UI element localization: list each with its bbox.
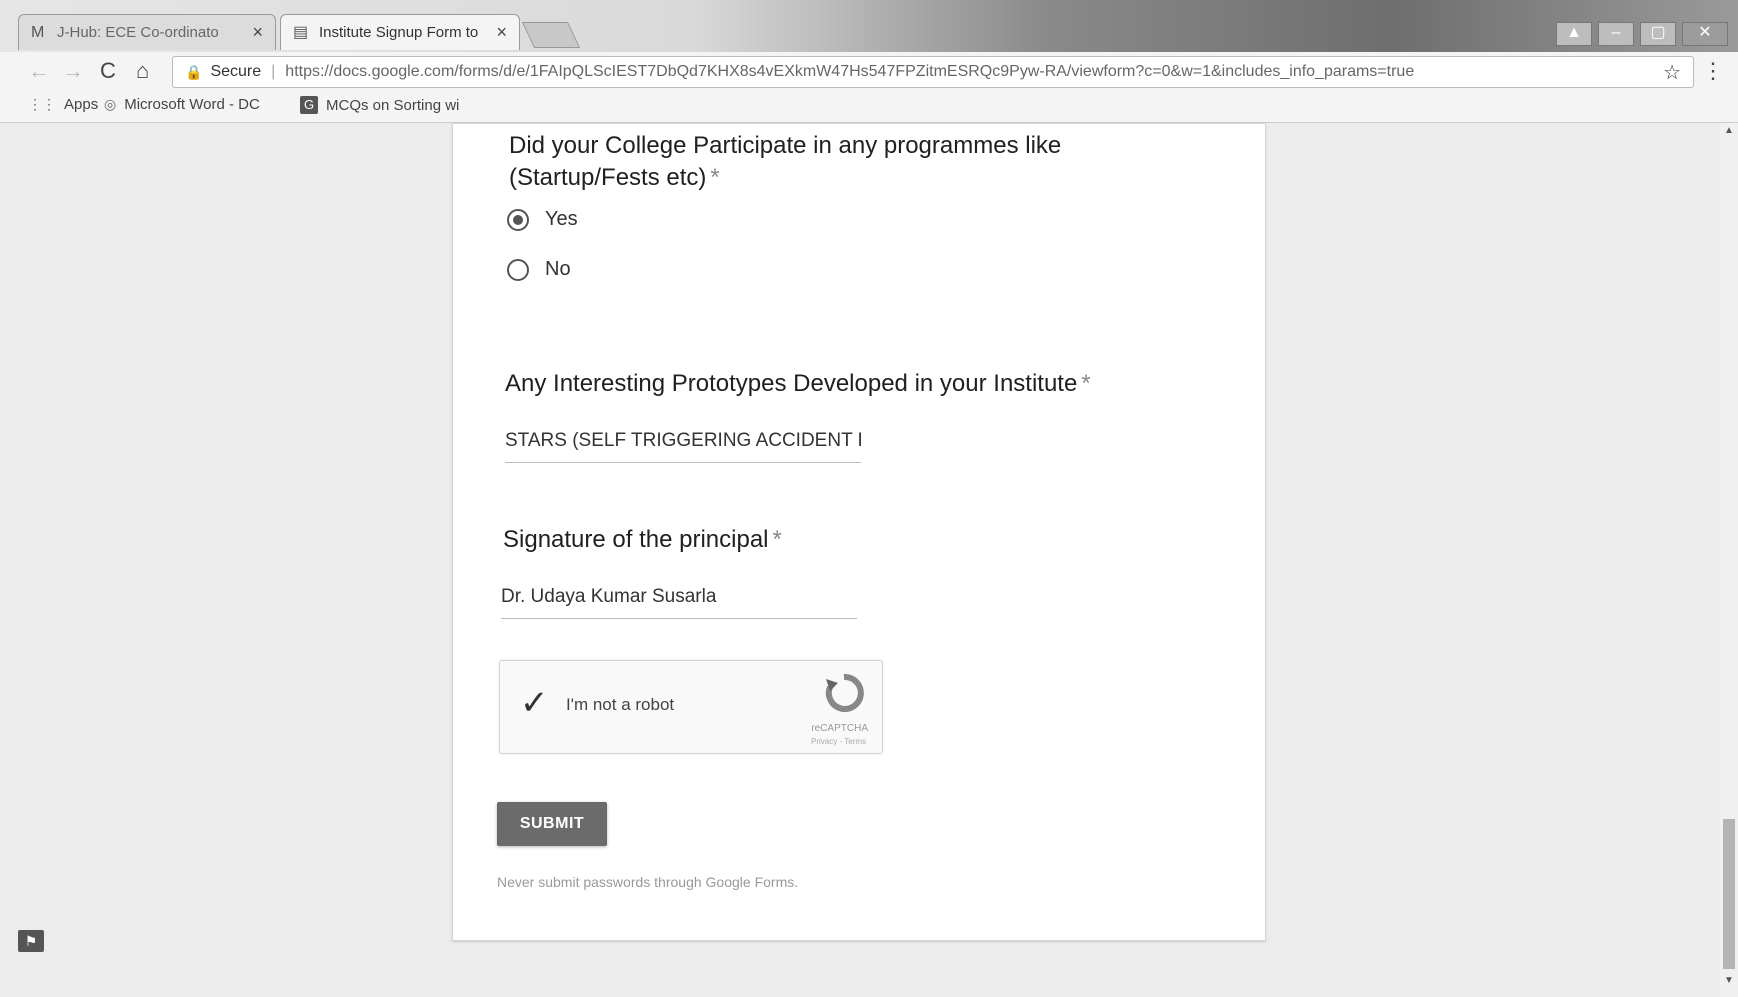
password-warning: Never submit passwords through Google Fo… — [497, 874, 799, 890]
page-viewport: Did your College Participate in any prog… — [0, 123, 1738, 997]
tab-label: Institute Signup Form to — [319, 24, 479, 41]
new-tab-button[interactable] — [521, 22, 581, 48]
reload-icon[interactable]: C — [100, 58, 116, 84]
bookmark-label: MCQs on Sorting wi — [326, 96, 460, 114]
secure-label: Secure — [210, 63, 262, 80]
question-prototypes: Any Interesting Prototypes Developed in … — [505, 370, 1091, 397]
recaptcha-widget: ✓ I'm not a robot reCAPTCHA Privacy - Te… — [499, 660, 883, 754]
question-title-line2: (Startup/Fests etc) * — [509, 164, 720, 191]
minimize-button[interactable]: – — [1598, 22, 1634, 46]
google-icon: G — [300, 96, 318, 114]
required-asterisk: * — [772, 526, 782, 553]
signature-answer-field[interactable]: Dr. Udaya Kumar Susarla — [501, 586, 857, 619]
required-asterisk: * — [1081, 370, 1091, 397]
prototypes-answer-field[interactable]: STARS (SELF TRIGGERING ACCIDENT R — [505, 430, 861, 463]
checkmark-icon[interactable]: ✓ — [520, 683, 549, 723]
maximize-button[interactable]: ▢ — [1640, 22, 1676, 46]
bookmark-label: Apps — [64, 96, 99, 113]
submit-button[interactable]: SUBMIT — [497, 802, 607, 846]
vertical-scrollbar[interactable]: ▲ ▼ — [1720, 123, 1738, 997]
feedback-icon[interactable]: ⚑ — [18, 930, 44, 952]
required-asterisk: * — [710, 164, 720, 191]
browser-tab-bar: M J-Hub: ECE Co-ordinato × ▤ Institute S… — [0, 0, 1738, 52]
bookmark-apps[interactable]: ⋮⋮ Apps — [28, 96, 98, 113]
close-window-button[interactable]: ✕ — [1682, 22, 1728, 46]
gmail-icon: M — [31, 23, 45, 41]
recaptcha-logo-icon — [825, 673, 864, 712]
user-icon[interactable]: ▲ — [1556, 22, 1592, 46]
radio-selected-icon[interactable] — [507, 208, 529, 231]
forms-icon: ▤ — [293, 23, 309, 41]
tab-institute-signup-form[interactable]: ▤ Institute Signup Form to × — [280, 14, 520, 50]
window-controls: ▲ – ▢ ✕ — [1556, 22, 1728, 46]
tab-close-icon[interactable]: × — [252, 22, 263, 43]
lock-icon: 🔒 — [185, 63, 203, 80]
forward-arrow-icon[interactable]: → — [62, 58, 84, 84]
tab-close-icon[interactable]: × — [496, 22, 507, 43]
radio-option-yes[interactable]: Yes — [507, 208, 578, 231]
bookmark-microsoft-word[interactable]: ◎ Microsoft Word - DC — [104, 96, 260, 113]
recaptcha-label: I'm not a robot — [566, 695, 675, 714]
radio-option-no[interactable]: No — [507, 258, 571, 281]
question-principal-signature: Signature of the principal * — [503, 526, 782, 553]
address-divider: | — [271, 63, 276, 80]
question-college-participation: Did your College Participate in any prog… — [509, 130, 1061, 194]
bookmark-label: Microsoft Word - DC — [124, 96, 260, 113]
home-icon[interactable]: ⌂ — [136, 58, 149, 84]
bookmarks-bar: ⋮⋮ Apps ◎ Microsoft Word - DC G MCQs on … — [0, 92, 1738, 123]
scroll-down-icon[interactable]: ▼ — [1724, 975, 1734, 986]
radio-label: Yes — [545, 208, 578, 230]
url-text[interactable]: https://docs.google.com/forms/d/e/1FAIpQ… — [285, 63, 1663, 81]
recaptcha-links[interactable]: Privacy - Terms — [811, 737, 866, 746]
radio-unselected-icon[interactable] — [507, 258, 529, 281]
bookmark-mcqs-sorting[interactable]: G MCQs on Sorting wi — [300, 96, 459, 114]
recaptcha-brand: reCAPTCHA — [811, 723, 868, 734]
back-arrow-icon[interactable]: ← — [28, 58, 50, 84]
question-title-line1: Did your College Participate in any prog… — [509, 132, 1062, 159]
scroll-up-icon[interactable]: ▲ — [1724, 125, 1734, 136]
radio-label: No — [545, 258, 571, 280]
apps-grid-icon: ⋮⋮ — [28, 96, 56, 112]
scrollbar-thumb[interactable] — [1723, 819, 1735, 969]
tab-gmail[interactable]: M J-Hub: ECE Co-ordinato × — [18, 14, 276, 50]
form-card: Did your College Participate in any prog… — [452, 123, 1266, 941]
word-doc-icon: ◎ — [104, 96, 117, 112]
browser-toolbar: ← → C ⌂ 🔒 Secure | https://docs.google.c… — [0, 52, 1738, 92]
bookmark-star-icon[interactable]: ☆ — [1663, 60, 1681, 85]
address-bar[interactable]: 🔒 Secure | https://docs.google.com/forms… — [172, 56, 1694, 88]
browser-menu-icon[interactable]: ⋮ — [1702, 60, 1724, 82]
tab-label: J-Hub: ECE Co-ordinato — [57, 24, 219, 41]
